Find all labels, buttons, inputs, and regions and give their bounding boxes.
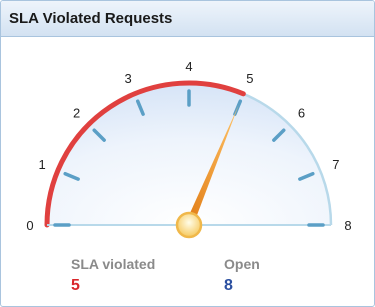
widget-header: SLA Violated Requests <box>1 1 374 37</box>
gauge-tick-label: 8 <box>344 218 351 233</box>
sla-violated-widget: SLA Violated Requests 012345678 SLA viol… <box>0 0 375 307</box>
sla-violated-count: 5 <box>71 277 80 294</box>
gauge-tick-label: 1 <box>38 157 45 172</box>
sla-violated-label: SLA violated <box>71 256 156 272</box>
gauge-tick-label: 6 <box>298 106 305 121</box>
gauge-tick-label: 5 <box>246 71 253 86</box>
open-label: Open <box>224 256 260 272</box>
gauge-tick-label: 4 <box>185 59 192 74</box>
gauge-pivot <box>175 211 203 239</box>
widget-title: SLA Violated Requests <box>9 10 173 27</box>
gauge-tick-label: 0 <box>26 218 33 233</box>
gauge-tick-label: 7 <box>332 157 339 172</box>
gauge-tick-label: 2 <box>73 106 80 121</box>
gauge-tick-label: 3 <box>125 71 132 86</box>
gauge: 0 1 2 3 4 5 6 7 8 <box>26 59 352 239</box>
open-count: 8 <box>224 277 233 294</box>
